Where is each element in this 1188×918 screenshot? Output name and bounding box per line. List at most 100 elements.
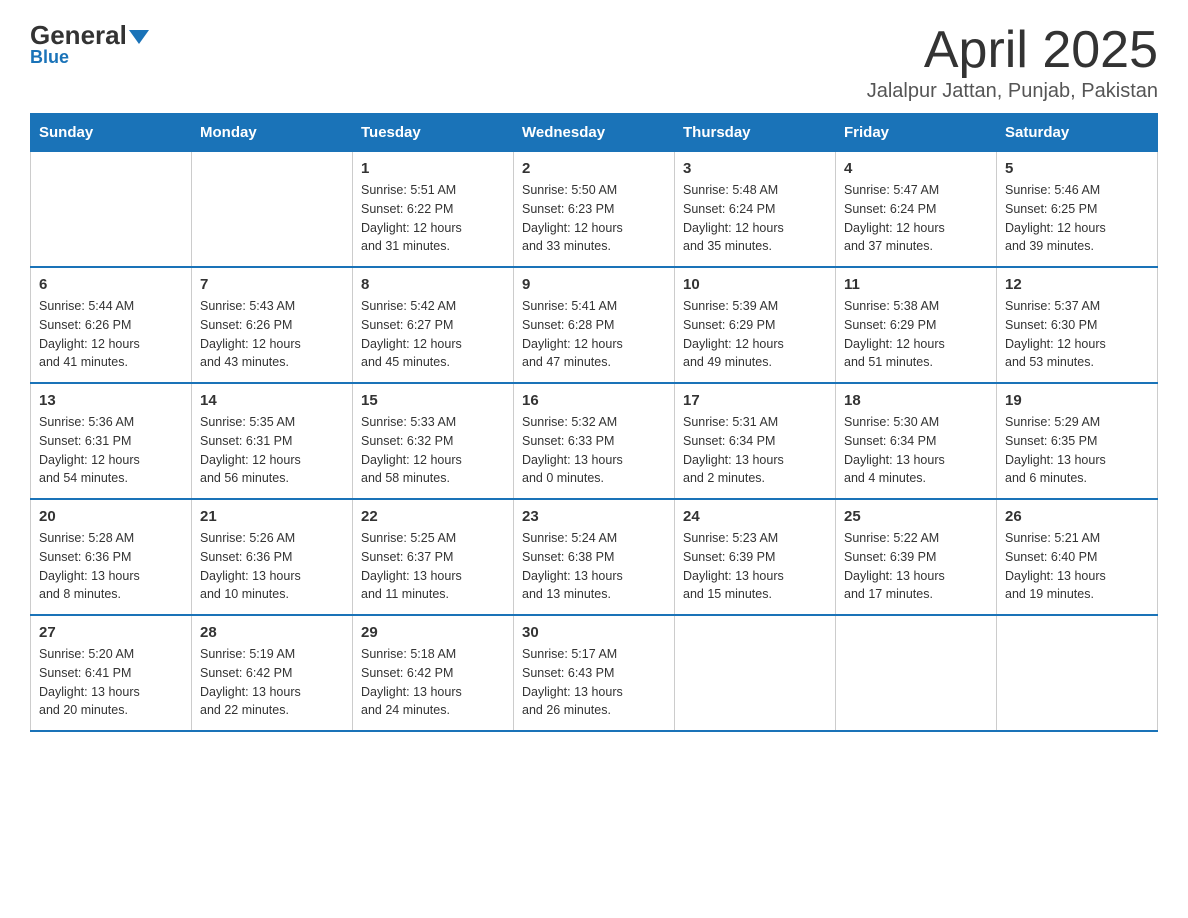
table-row: 2Sunrise: 5:50 AMSunset: 6:23 PMDaylight… <box>514 152 675 268</box>
table-row: 20Sunrise: 5:28 AMSunset: 6:36 PMDayligh… <box>31 499 192 615</box>
col-sunday: Sunday <box>31 114 192 152</box>
day-info: Sunrise: 5:38 AMSunset: 6:29 PMDaylight:… <box>844 297 988 372</box>
day-info: Sunrise: 5:29 AMSunset: 6:35 PMDaylight:… <box>1005 413 1149 488</box>
day-number: 7 <box>200 276 344 293</box>
day-number: 25 <box>844 508 988 525</box>
day-info: Sunrise: 5:35 AMSunset: 6:31 PMDaylight:… <box>200 413 344 488</box>
logo-blue: Blue <box>30 47 69 68</box>
day-number: 4 <box>844 160 988 177</box>
day-info: Sunrise: 5:44 AMSunset: 6:26 PMDaylight:… <box>39 297 183 372</box>
day-number: 3 <box>683 160 827 177</box>
day-info: Sunrise: 5:25 AMSunset: 6:37 PMDaylight:… <box>361 529 505 604</box>
day-info: Sunrise: 5:18 AMSunset: 6:42 PMDaylight:… <box>361 645 505 720</box>
day-number: 11 <box>844 276 988 293</box>
table-row: 22Sunrise: 5:25 AMSunset: 6:37 PMDayligh… <box>353 499 514 615</box>
table-row: 29 Sunrise: 5:18 AMSunset: 6:42 PMDayligh… <box>353 615 514 731</box>
day-info: Sunrise: 5:30 AMSunset: 6:34 PMDaylight:… <box>844 413 988 488</box>
table-row: 11 Sunrise: 5:38 AMSunset: 6:29 PMDayligh… <box>836 267 997 383</box>
table-row <box>836 615 997 731</box>
table-row: 19 Sunrise: 5:29 AMSunset: 6:35 PMDayligh… <box>997 383 1158 499</box>
day-info: Sunrise: 5:33 AMSunset: 6:32 PMDaylight:… <box>361 413 505 488</box>
day-info: Sunrise: 5:48 AMSunset: 6:24 PMDaylight:… <box>683 181 827 256</box>
day-number: 1 <box>361 160 505 177</box>
calendar-week-row: 20Sunrise: 5:28 AMSunset: 6:36 PMDayligh… <box>31 499 1158 615</box>
day-number: 8 <box>361 276 505 293</box>
calendar-week-row: 6 Sunrise: 5:44 AMSunset: 6:26 PMDaylight… <box>31 267 1158 383</box>
table-row: 6 Sunrise: 5:44 AMSunset: 6:26 PMDaylight… <box>31 267 192 383</box>
calendar-week-row: 13 Sunrise: 5:36 AMSunset: 6:31 PMDayligh… <box>31 383 1158 499</box>
table-row: 15 Sunrise: 5:33 AMSunset: 6:32 PMDayligh… <box>353 383 514 499</box>
table-row <box>31 152 192 268</box>
day-info: Sunrise: 5:37 AMSunset: 6:30 PMDaylight:… <box>1005 297 1149 372</box>
location-subtitle: Jalalpur Jattan, Punjab, Pakistan <box>867 80 1158 103</box>
calendar-week-row: 1 Sunrise: 5:51 AMSunset: 6:22 PMDaylight… <box>31 152 1158 268</box>
day-number: 23 <box>522 508 666 525</box>
day-number: 9 <box>522 276 666 293</box>
logo: General Blue <box>30 20 149 68</box>
day-number: 28 <box>200 624 344 641</box>
table-row: 24Sunrise: 5:23 AMSunset: 6:39 PMDayligh… <box>675 499 836 615</box>
table-row: 28 Sunrise: 5:19 AMSunset: 6:42 PMDayligh… <box>192 615 353 731</box>
calendar-table: Sunday Monday Tuesday Wednesday Thursday… <box>30 113 1158 732</box>
day-number: 17 <box>683 392 827 409</box>
day-info: Sunrise: 5:46 AMSunset: 6:25 PMDaylight:… <box>1005 181 1149 256</box>
day-number: 30 <box>522 624 666 641</box>
col-monday: Monday <box>192 114 353 152</box>
title-block: April 2025 Jalalpur Jattan, Punjab, Paki… <box>867 20 1158 103</box>
day-number: 19 <box>1005 392 1149 409</box>
table-row <box>997 615 1158 731</box>
day-number: 29 <box>361 624 505 641</box>
table-row <box>675 615 836 731</box>
table-row: 16Sunrise: 5:32 AMSunset: 6:33 PMDayligh… <box>514 383 675 499</box>
table-row: 25 Sunrise: 5:22 AMSunset: 6:39 PMDayligh… <box>836 499 997 615</box>
day-info: Sunrise: 5:39 AMSunset: 6:29 PMDaylight:… <box>683 297 827 372</box>
day-number: 13 <box>39 392 183 409</box>
table-row: 12 Sunrise: 5:37 AMSunset: 6:30 PMDayligh… <box>997 267 1158 383</box>
day-number: 18 <box>844 392 988 409</box>
table-row: 18 Sunrise: 5:30 AMSunset: 6:34 PMDayligh… <box>836 383 997 499</box>
table-row: 5 Sunrise: 5:46 AMSunset: 6:25 PMDaylight… <box>997 152 1158 268</box>
table-row: 30 Sunrise: 5:17 AMSunset: 6:43 PMDayligh… <box>514 615 675 731</box>
calendar-header-row: Sunday Monday Tuesday Wednesday Thursday… <box>31 114 1158 152</box>
table-row: 23 Sunrise: 5:24 AMSunset: 6:38 PMDayligh… <box>514 499 675 615</box>
col-tuesday: Tuesday <box>353 114 514 152</box>
col-wednesday: Wednesday <box>514 114 675 152</box>
table-row: 26 Sunrise: 5:21 AMSunset: 6:40 PMDayligh… <box>997 499 1158 615</box>
page-header: General Blue April 2025 Jalalpur Jattan,… <box>30 20 1158 103</box>
day-number: 10 <box>683 276 827 293</box>
col-friday: Friday <box>836 114 997 152</box>
table-row: 9Sunrise: 5:41 AMSunset: 6:28 PMDaylight… <box>514 267 675 383</box>
table-row: 10 Sunrise: 5:39 AMSunset: 6:29 PMDayligh… <box>675 267 836 383</box>
day-info: Sunrise: 5:51 AMSunset: 6:22 PMDaylight:… <box>361 181 505 256</box>
table-row: 3 Sunrise: 5:48 AMSunset: 6:24 PMDaylight… <box>675 152 836 268</box>
day-info: Sunrise: 5:36 AMSunset: 6:31 PMDaylight:… <box>39 413 183 488</box>
day-number: 26 <box>1005 508 1149 525</box>
col-saturday: Saturday <box>997 114 1158 152</box>
day-number: 15 <box>361 392 505 409</box>
table-row: 7 Sunrise: 5:43 AMSunset: 6:26 PMDaylight… <box>192 267 353 383</box>
month-title: April 2025 <box>867 20 1158 80</box>
day-number: 6 <box>39 276 183 293</box>
table-row: 13 Sunrise: 5:36 AMSunset: 6:31 PMDayligh… <box>31 383 192 499</box>
day-info: Sunrise: 5:43 AMSunset: 6:26 PMDaylight:… <box>200 297 344 372</box>
day-info: Sunrise: 5:20 AMSunset: 6:41 PMDaylight:… <box>39 645 183 720</box>
day-number: 24 <box>683 508 827 525</box>
table-row: 4Sunrise: 5:47 AMSunset: 6:24 PMDaylight… <box>836 152 997 268</box>
day-number: 14 <box>200 392 344 409</box>
table-row: 1 Sunrise: 5:51 AMSunset: 6:22 PMDaylight… <box>353 152 514 268</box>
day-info: Sunrise: 5:22 AMSunset: 6:39 PMDaylight:… <box>844 529 988 604</box>
calendar-week-row: 27 Sunrise: 5:20 AMSunset: 6:41 PMDayligh… <box>31 615 1158 731</box>
day-info: Sunrise: 5:24 AMSunset: 6:38 PMDaylight:… <box>522 529 666 604</box>
day-info: Sunrise: 5:19 AMSunset: 6:42 PMDaylight:… <box>200 645 344 720</box>
day-info: Sunrise: 5:42 AMSunset: 6:27 PMDaylight:… <box>361 297 505 372</box>
day-number: 16 <box>522 392 666 409</box>
day-number: 5 <box>1005 160 1149 177</box>
day-info: Sunrise: 5:31 AMSunset: 6:34 PMDaylight:… <box>683 413 827 488</box>
day-number: 21 <box>200 508 344 525</box>
day-info: Sunrise: 5:21 AMSunset: 6:40 PMDaylight:… <box>1005 529 1149 604</box>
day-number: 12 <box>1005 276 1149 293</box>
table-row: 27 Sunrise: 5:20 AMSunset: 6:41 PMDayligh… <box>31 615 192 731</box>
day-info: Sunrise: 5:50 AMSunset: 6:23 PMDaylight:… <box>522 181 666 256</box>
day-number: 27 <box>39 624 183 641</box>
day-info: Sunrise: 5:17 AMSunset: 6:43 PMDaylight:… <box>522 645 666 720</box>
